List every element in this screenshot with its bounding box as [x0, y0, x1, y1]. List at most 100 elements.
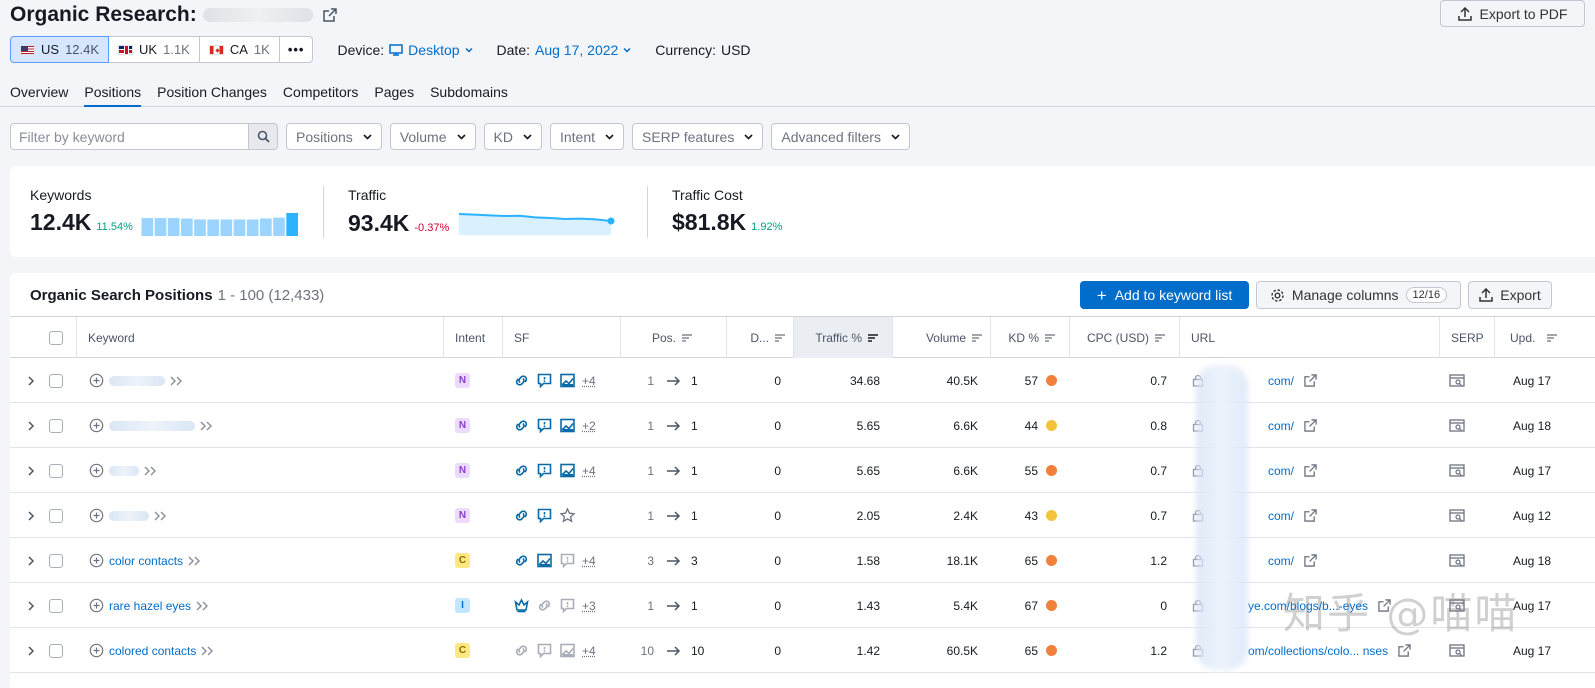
keyword-link[interactable]: color contacts: [109, 554, 183, 568]
col-kd[interactable]: KD %: [990, 317, 1069, 358]
keyword-redacted[interactable]: [109, 420, 195, 431]
keyword-redacted[interactable]: [109, 510, 149, 521]
tab-position-changes[interactable]: Position Changes: [157, 80, 267, 107]
external-link-icon[interactable]: [1304, 464, 1317, 477]
sf-more-link[interactable]: +4: [582, 644, 596, 658]
expand-row-button[interactable]: [27, 493, 35, 538]
sf-more-link[interactable]: +4: [582, 374, 596, 388]
external-link-icon[interactable]: [1304, 419, 1317, 432]
traffic-trend-chart[interactable]: [457, 209, 615, 237]
manage-columns-button[interactable]: Manage columns 12/16: [1256, 281, 1461, 309]
col-difference[interactable]: D...: [726, 317, 793, 358]
add-keyword-icon[interactable]: [89, 643, 104, 658]
col-position[interactable]: Pos.: [620, 317, 726, 358]
keyword-link[interactable]: rare hazel eyes: [109, 599, 191, 613]
col-volume[interactable]: Volume: [892, 317, 990, 358]
expand-row-button[interactable]: [27, 358, 35, 403]
export-pdf-button[interactable]: Export to PDF: [1440, 0, 1585, 27]
serp-snapshot-icon[interactable]: [1449, 553, 1465, 568]
serp-snapshot-icon[interactable]: [1449, 643, 1465, 658]
expand-row-button[interactable]: [27, 538, 35, 583]
keyword-redacted[interactable]: [109, 465, 139, 476]
intent-badge[interactable]: N: [455, 508, 470, 523]
url-link[interactable]: com/: [1268, 509, 1294, 523]
database-ca[interactable]: CA 1K: [200, 37, 280, 62]
tab-subdomains[interactable]: Subdomains: [430, 80, 508, 107]
row-checkbox[interactable]: [49, 463, 63, 478]
add-to-keyword-list-button[interactable]: + Add to keyword list: [1080, 281, 1249, 309]
col-keyword[interactable]: Keyword: [76, 317, 443, 358]
tab-pages[interactable]: Pages: [374, 80, 414, 107]
url-link[interactable]: com/: [1268, 464, 1294, 478]
serp-snapshot-icon[interactable]: [1449, 463, 1465, 478]
external-link-icon[interactable]: [1304, 554, 1317, 567]
filter-volume-button[interactable]: Volume: [389, 123, 476, 150]
row-checkbox[interactable]: [49, 373, 63, 388]
keyword-redacted[interactable]: [109, 375, 165, 386]
select-all-checkbox[interactable]: [49, 330, 63, 345]
row-checkbox[interactable]: [49, 508, 63, 523]
col-url[interactable]: URL: [1179, 317, 1439, 358]
filter-serp-features-button[interactable]: SERP features: [632, 123, 764, 150]
keyword-link[interactable]: colored contacts: [109, 644, 196, 658]
serp-snapshot-icon[interactable]: [1449, 373, 1465, 388]
device-selector[interactable]: Device: Desktop: [337, 42, 473, 58]
database-us[interactable]: US 12.4K: [10, 36, 110, 63]
add-keyword-icon[interactable]: [89, 463, 104, 478]
intent-badge[interactable]: N: [455, 418, 470, 433]
double-chevron-icon[interactable]: [154, 511, 167, 521]
filter-intent-button[interactable]: Intent: [549, 123, 624, 150]
url-link[interactable]: com/: [1268, 419, 1294, 433]
external-link-icon[interactable]: [1398, 644, 1411, 657]
filter-positions-button[interactable]: Positions: [286, 123, 382, 150]
sf-more-link[interactable]: +4: [582, 464, 596, 478]
filter-advanced-filters-button[interactable]: Advanced filters: [771, 123, 910, 150]
expand-row-button[interactable]: [27, 583, 35, 628]
url-link[interactable]: com/: [1268, 374, 1294, 388]
keywords-trend-chart[interactable]: [141, 212, 299, 236]
tab-competitors[interactable]: Competitors: [283, 80, 358, 107]
double-chevron-icon[interactable]: [170, 376, 183, 386]
col-intent[interactable]: Intent: [443, 317, 502, 358]
url-link[interactable]: com/: [1268, 554, 1294, 568]
expand-row-button[interactable]: [27, 628, 35, 673]
keyword-filter-input[interactable]: [10, 123, 249, 150]
date-selector[interactable]: Date: Aug 17, 2022: [497, 42, 632, 58]
intent-badge[interactable]: N: [455, 373, 470, 388]
add-keyword-icon[interactable]: [89, 508, 104, 523]
add-keyword-icon[interactable]: [89, 598, 104, 613]
expand-row-button[interactable]: [27, 403, 35, 448]
intent-badge[interactable]: I: [455, 598, 470, 613]
double-chevron-icon[interactable]: [188, 556, 201, 566]
more-databases-button[interactable]: •••: [280, 37, 313, 62]
row-checkbox[interactable]: [49, 598, 63, 613]
intent-badge[interactable]: C: [455, 553, 470, 568]
serp-snapshot-icon[interactable]: [1449, 418, 1465, 433]
tab-overview[interactable]: Overview: [10, 80, 68, 107]
col-sf[interactable]: SF: [502, 317, 620, 358]
url-link[interactable]: om/collections/colo... nses: [1248, 644, 1388, 658]
row-checkbox[interactable]: [49, 553, 63, 568]
expand-row-button[interactable]: [27, 448, 35, 493]
col-serp[interactable]: SERP: [1439, 317, 1494, 358]
sf-more-link[interactable]: +3: [582, 599, 596, 613]
double-chevron-icon[interactable]: [201, 646, 214, 656]
row-checkbox[interactable]: [49, 418, 63, 433]
col-updated[interactable]: Upd.: [1494, 317, 1595, 358]
row-checkbox[interactable]: [49, 643, 63, 658]
external-link-icon[interactable]: [1304, 509, 1317, 522]
intent-badge[interactable]: N: [455, 463, 470, 478]
double-chevron-icon[interactable]: [196, 601, 209, 611]
add-keyword-icon[interactable]: [89, 553, 104, 568]
export-button[interactable]: Export: [1468, 281, 1552, 309]
sf-more-link[interactable]: +4: [582, 554, 596, 568]
intent-badge[interactable]: C: [455, 643, 470, 658]
col-traffic[interactable]: Traffic %: [793, 317, 892, 358]
filter-kd-button[interactable]: KD: [483, 123, 542, 150]
serp-snapshot-icon[interactable]: [1449, 508, 1465, 523]
tab-positions[interactable]: Positions: [84, 80, 142, 107]
database-uk[interactable]: UK 1.1K: [109, 37, 200, 62]
sf-more-link[interactable]: +2: [582, 419, 596, 433]
external-link-icon[interactable]: [1304, 374, 1317, 387]
add-keyword-icon[interactable]: [89, 373, 104, 388]
